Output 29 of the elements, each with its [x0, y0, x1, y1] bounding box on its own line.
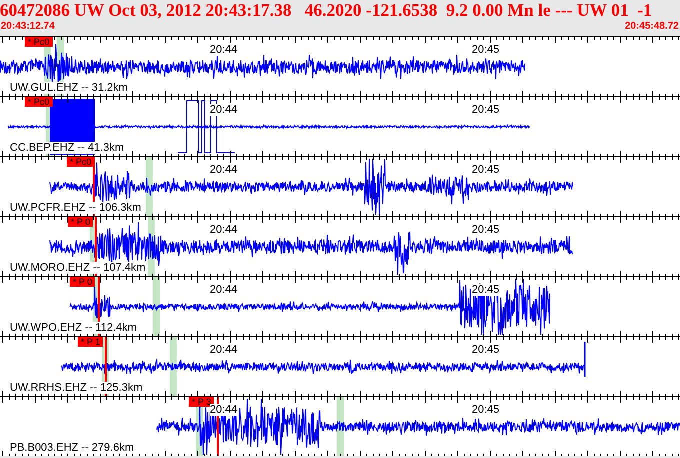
event-title: 60472086 UW Oct 03, 2012 20:43:17.38 46.2020 -121.6538 9.2 0.00 Mn le --- UW 01 -1	[0, 0, 654, 20]
station-label: UW.WPO.EHZ -- 112.4km	[10, 322, 137, 334]
station-label: UW.GUL.EHZ -- 31.2km	[10, 82, 128, 94]
time-label: 20:44	[210, 164, 238, 176]
time-label: 20:45	[472, 344, 500, 356]
time-label: 20:44	[210, 404, 238, 416]
highlight-band	[337, 397, 344, 456]
station-label: UW.MORO.EHZ -- 107.4km	[10, 262, 146, 274]
station-label: UW.PCFR.EHZ -- 106.3km	[10, 202, 142, 214]
start-time: 20:43:12.74	[1, 20, 55, 34]
station-label: CC.BEP.EHZ -- 41.3km	[10, 142, 124, 154]
pick-flag: * P 0	[70, 277, 96, 287]
time-label: 20:45	[472, 104, 500, 116]
time-label: 20:44	[210, 224, 238, 236]
time-label: 20:44	[210, 44, 238, 56]
time-label: 20:45	[472, 44, 500, 56]
pick-flag: * Pc0	[25, 97, 53, 107]
time-label: 20:44	[210, 344, 238, 356]
time-label: 20:45	[472, 164, 500, 176]
pick-flag: * Pc0	[25, 37, 53, 47]
station-label: UW.RRHS.EHZ -- 125.3km	[10, 382, 143, 394]
time-label: 20:45	[472, 224, 500, 236]
station-label: PB.B003.EHZ -- 279.6km	[10, 442, 134, 454]
time-label: 20:44	[210, 104, 238, 116]
end-time: 20:45:48.72	[625, 20, 679, 34]
time-label: 20:44	[210, 284, 238, 296]
time-label: 20:45	[472, 284, 500, 296]
time-label: 20:45	[472, 404, 500, 416]
highlight-band	[170, 337, 177, 396]
